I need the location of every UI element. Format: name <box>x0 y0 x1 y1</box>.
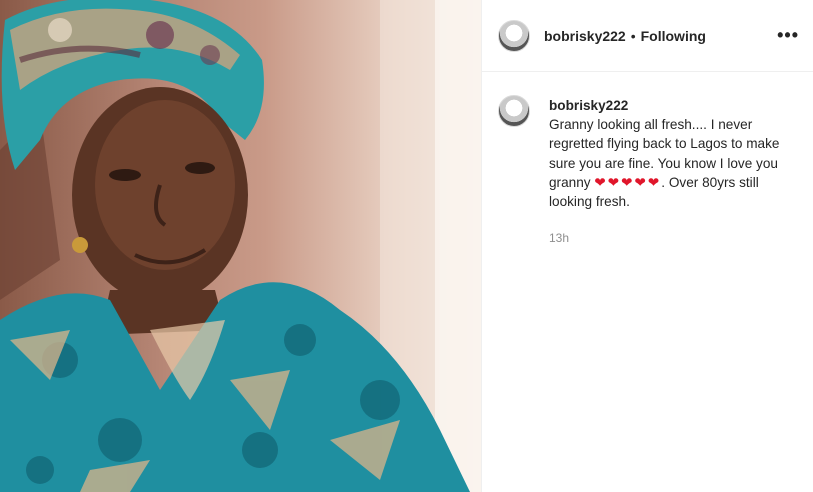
author-info: bobrisky222 • Following <box>544 28 706 44</box>
post-header: bobrisky222 • Following ••• <box>482 0 813 72</box>
more-options-icon[interactable]: ••• <box>777 26 799 44</box>
caption-comment: bobrisky222 Granny looking all fresh....… <box>482 72 813 248</box>
author-avatar[interactable] <box>498 19 530 52</box>
post-timestamp[interactable]: 13h <box>549 229 794 248</box>
caption-username-link[interactable]: bobrisky222 <box>549 96 794 115</box>
post-details-panel: bobrisky222 • Following ••• bobrisky222 … <box>481 0 813 492</box>
instagram-post: bobrisky222 • Following ••• bobrisky222 … <box>0 0 813 492</box>
caption-author-avatar[interactable] <box>498 95 530 127</box>
granny-photo-illustration <box>0 0 481 492</box>
separator-dot: • <box>630 27 636 44</box>
heart-emojis: ❤❤❤❤❤ <box>594 174 662 190</box>
post-photo[interactable] <box>0 0 481 492</box>
author-username-link[interactable]: bobrisky222 <box>544 28 626 44</box>
following-button[interactable]: Following <box>641 28 706 44</box>
caption-body: bobrisky222 Granny looking all fresh....… <box>549 96 794 248</box>
